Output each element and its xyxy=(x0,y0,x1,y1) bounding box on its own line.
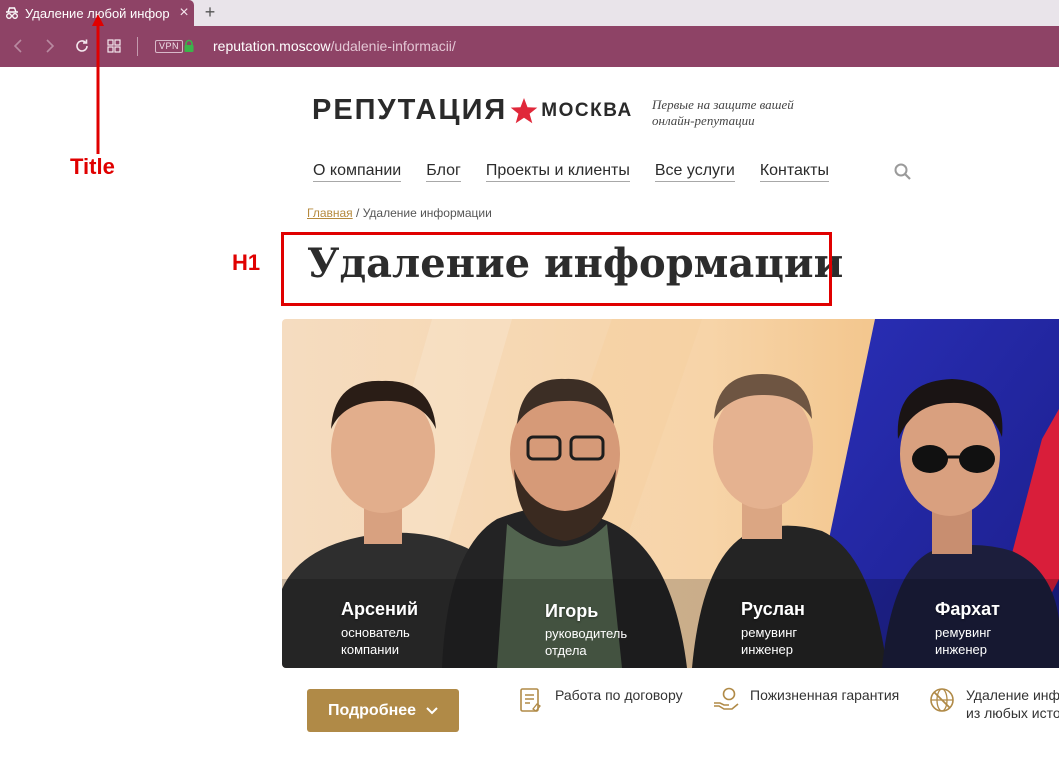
person-name: Руслан xyxy=(741,599,805,619)
breadcrumb-current: Удаление информации xyxy=(362,206,492,220)
nav-item-services[interactable]: Все услуги xyxy=(654,162,735,182)
toolbar-divider xyxy=(137,37,138,56)
new-tab-button[interactable]: + xyxy=(200,2,220,22)
close-tab-icon[interactable]: × xyxy=(176,5,192,21)
person-name: Игорь xyxy=(545,601,599,621)
url-host: reputation.moscow xyxy=(213,38,331,54)
address-bar[interactable]: reputation.moscow/udalenie-informacii/ xyxy=(213,38,456,54)
logo-city: МОСКВА xyxy=(541,99,633,121)
site-logo[interactable]: РЕПУТАЦИЯ МОСКВА xyxy=(312,94,633,127)
more-details-button[interactable]: Подробнее xyxy=(307,689,459,732)
more-details-label: Подробнее xyxy=(327,701,417,719)
logo-text: РЕПУТАЦИЯ xyxy=(312,94,508,126)
vpn-badge[interactable]: VPN xyxy=(155,40,184,53)
feature-text: Удаление информации из любых источников xyxy=(966,687,1059,721)
forward-icon[interactable] xyxy=(40,36,60,56)
browser-tab-bar: Удаление любой информации × + xyxy=(0,0,1059,26)
person-role: ремувинг инженер xyxy=(741,625,798,657)
reload-icon[interactable] xyxy=(72,36,92,56)
team-hero-banner: Арсений основатель компании Игорь руковод… xyxy=(282,319,1059,668)
person-role: руководитель отдела xyxy=(545,626,628,658)
feature-text: Пожизненная гарантия xyxy=(750,687,900,703)
tagline-line-1: Первые на защите вашей xyxy=(652,97,794,112)
site-tagline: Первые на защите вашей онлайн-репутации xyxy=(652,97,794,129)
chevron-down-icon xyxy=(426,706,438,714)
person-role: ремувинг инженер xyxy=(935,625,992,657)
main-nav: О компании Блог Проекты и клиенты Все ус… xyxy=(313,162,829,182)
browser-toolbar: VPN reputation.moscow/udalenie-informaci… xyxy=(0,26,1059,67)
nav-item-projects[interactable]: Проекты и клиенты xyxy=(485,162,630,182)
feature-guarantee: Пожизненная гарантия xyxy=(712,686,899,714)
search-icon[interactable] xyxy=(893,162,913,182)
lock-icon[interactable] xyxy=(182,39,196,53)
contract-icon xyxy=(520,688,541,712)
back-icon[interactable] xyxy=(8,36,28,56)
person-name: Фархат xyxy=(935,599,1000,619)
globe-removal-icon xyxy=(930,688,954,712)
person-role: основатель компании xyxy=(341,625,410,657)
speed-dial-icon[interactable] xyxy=(104,36,124,56)
breadcrumb-separator: / xyxy=(352,206,363,220)
incognito-icon xyxy=(4,5,20,21)
annotation-h1-label: H1 xyxy=(232,250,261,275)
annotation-h1-box xyxy=(281,232,832,306)
url-path: /udalenie-informacii/ xyxy=(330,38,456,54)
feature-removal: Удаление информации из любых источников xyxy=(928,686,1059,722)
feature-text: Работа по договору xyxy=(555,687,683,703)
person-name: Арсений xyxy=(341,599,419,619)
red-star-icon xyxy=(510,97,538,123)
breadcrumb: Главная / Удаление информации xyxy=(307,206,492,220)
tagline-line-2: онлайн-репутации xyxy=(652,113,755,128)
annotation-title-label: Title xyxy=(70,154,115,179)
annotation-arrow-up xyxy=(92,14,104,154)
nav-item-contacts[interactable]: Контакты xyxy=(759,162,829,182)
guarantee-icon xyxy=(714,687,739,710)
nav-item-about[interactable]: О компании xyxy=(313,162,402,182)
breadcrumb-home-link[interactable]: Главная xyxy=(307,206,353,220)
feature-contract: Работа по договору xyxy=(517,686,683,714)
nav-item-blog[interactable]: Блог xyxy=(426,162,461,182)
